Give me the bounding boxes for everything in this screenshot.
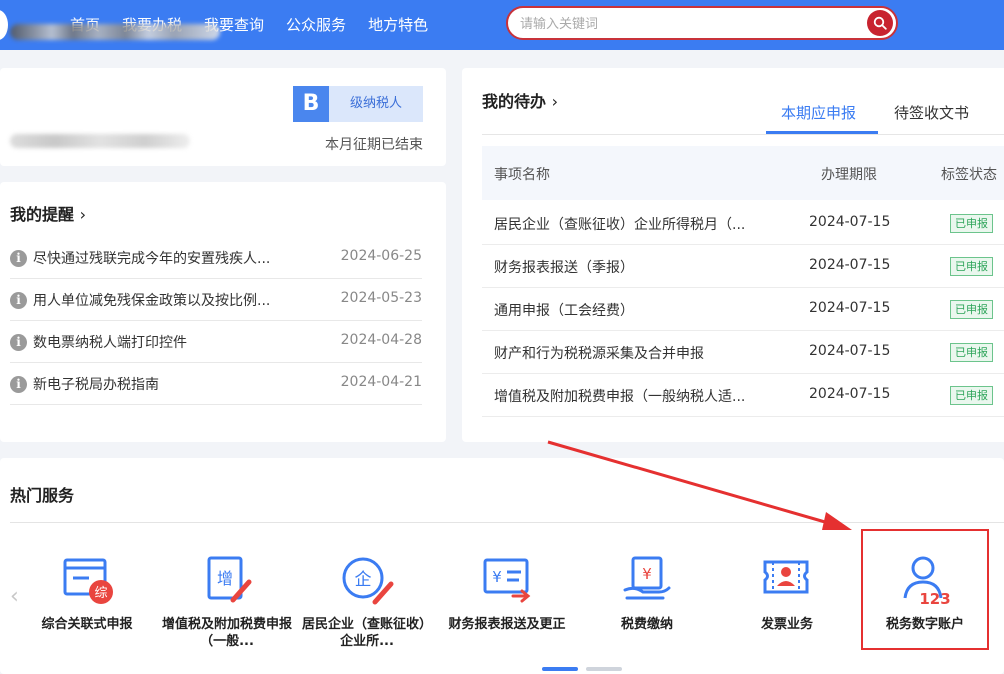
- todo-item-deadline: 2024-07-15: [809, 257, 891, 273]
- todo-item-deadline: 2024-07-15: [809, 343, 891, 359]
- search-input[interactable]: [520, 14, 850, 34]
- service-financial-report[interactable]: ¥ 财务报表报送及更正: [442, 548, 572, 658]
- carousel-dot-active[interactable]: [542, 667, 578, 671]
- hot-services-title: 热门服务: [10, 486, 75, 505]
- todo-item-name: 通用申报（工会经费）: [494, 303, 634, 319]
- todo-item-deadline: 2024-07-15: [809, 214, 891, 230]
- service-label: 综合关联式申报: [41, 617, 133, 632]
- svg-text:增: 增: [217, 569, 233, 588]
- reminder-date: 2024-04-28: [340, 332, 422, 348]
- status-badge: 已申报: [950, 343, 993, 362]
- status-badge: 已申报: [950, 386, 993, 405]
- taxpayer-name-redacted: [10, 24, 220, 40]
- hot-services-divider: [10, 522, 1004, 523]
- service-label: 居民企业（查账征收）企业所...: [302, 617, 433, 649]
- reminders-title: 我的提醒: [10, 205, 75, 224]
- search-button[interactable]: [867, 10, 893, 36]
- reminder-text: 用人单位减免残保金政策以及按比例...: [33, 293, 271, 309]
- enterprise-income-icon: 企: [342, 557, 394, 605]
- service-label: 财务报表报送及更正: [448, 617, 566, 632]
- column-header-status: 标签状态: [941, 167, 997, 183]
- credit-level-badge: B: [293, 86, 329, 122]
- highlight-annotation-box: [861, 529, 989, 650]
- reminder-item[interactable]: i 用人单位减免残保金政策以及按比例... 2024-05-23: [10, 279, 422, 321]
- service-invoice[interactable]: 发票业务: [722, 548, 852, 658]
- reminder-text: 数电票纳税人端打印控件: [33, 335, 187, 351]
- service-enterprise-income[interactable]: 企 居民企业（查账征收）企业所...: [302, 548, 432, 658]
- invoice-icon: [763, 560, 809, 594]
- info-icon: i: [10, 292, 27, 309]
- credit-level-label: 级纳税人: [329, 86, 423, 122]
- tab-pending-documents[interactable]: 待签收文书: [894, 102, 969, 123]
- column-header-deadline: 办理期限: [821, 167, 877, 183]
- svg-text:企: 企: [355, 570, 372, 590]
- table-row[interactable]: 通用申报（工会经费） 2024-07-15 已申报: [482, 288, 1004, 331]
- todo-item-name: 增值税及附加税费申报（一般纳税人适...: [494, 389, 746, 405]
- service-label: 税费缴纳: [620, 617, 673, 632]
- reminder-date: 2024-04-21: [340, 374, 422, 390]
- comprehensive-declare-icon: 综: [63, 558, 113, 604]
- svg-text:¥: ¥: [492, 568, 502, 586]
- reminder-text: 新电子税局办税指南: [33, 377, 159, 393]
- todo-item-deadline: 2024-07-15: [809, 300, 891, 316]
- reminder-date: 2024-06-25: [340, 248, 422, 264]
- service-label: 增值税及附加税费申报（一般...: [162, 617, 293, 649]
- chevron-right-icon: ›: [551, 92, 558, 111]
- reminder-text: 尽快通过残联完成今年的安置残疾人...: [33, 251, 271, 267]
- service-comprehensive-declare[interactable]: 综 综合关联式申报: [22, 548, 152, 658]
- table-row[interactable]: 财产和行为税税源采集及合并申报 2024-07-15 已申报: [482, 331, 1004, 374]
- status-badge: 已申报: [950, 214, 993, 233]
- svg-text:综: 综: [94, 586, 107, 601]
- active-tab-indicator: [766, 131, 878, 134]
- service-tax-payment[interactable]: ¥ 税费缴纳: [582, 548, 712, 658]
- tabs-divider: [482, 134, 1004, 135]
- tax-payment-icon: ¥: [623, 556, 671, 600]
- todo-item-name: 财产和行为税税源采集及合并申报: [494, 346, 704, 362]
- logo: [0, 10, 8, 40]
- reminder-date: 2024-05-23: [340, 290, 422, 306]
- status-badge: 已申报: [950, 300, 993, 319]
- info-icon: i: [10, 376, 27, 393]
- tab-current-declaration[interactable]: 本期应申报: [781, 102, 856, 123]
- period-status: 本月征期已结束: [325, 137, 423, 153]
- carousel-dot[interactable]: [586, 667, 622, 671]
- info-icon: i: [10, 250, 27, 267]
- status-badge: 已申报: [950, 257, 993, 276]
- nav-item-public-service[interactable]: 公众服务: [286, 14, 346, 35]
- nav-item-local-feature[interactable]: 地方特色: [368, 14, 428, 35]
- reminder-item[interactable]: i 新电子税局办税指南 2024-04-21: [10, 363, 422, 405]
- reminders-title-link[interactable]: 我的提醒 ›: [10, 201, 86, 225]
- todo-item-deadline: 2024-07-15: [809, 386, 891, 402]
- search-icon: [873, 16, 887, 30]
- table-row[interactable]: 居民企业（查账征收）企业所得税月（... 2024-07-15 已申报: [482, 202, 1004, 245]
- column-header-item: 事项名称: [494, 167, 550, 183]
- taxpayer-id-redacted: [10, 134, 190, 148]
- reminder-item[interactable]: i 数电票纳税人端打印控件 2024-04-28: [10, 321, 422, 363]
- service-vat-declare[interactable]: 增 增值税及附加税费申报（一般...: [162, 548, 292, 658]
- service-label: 发票业务: [760, 617, 813, 632]
- todo-item-name: 财务报表报送（季报）: [494, 260, 634, 276]
- search-box: [506, 6, 898, 40]
- info-icon: i: [10, 334, 27, 351]
- carousel-prev-arrow-icon[interactable]: ‹: [10, 584, 19, 609]
- todo-item-name: 居民企业（查账征收）企业所得税月（...: [494, 217, 746, 233]
- reminder-item[interactable]: i 尽快通过残联完成今年的安置残疾人... 2024-06-25: [10, 237, 422, 279]
- table-row[interactable]: 财务报表报送（季报） 2024-07-15 已申报: [482, 245, 1004, 288]
- todo-table-header: [482, 146, 1004, 200]
- chevron-right-icon: ›: [79, 205, 86, 224]
- todo-title: 我的待办: [482, 92, 547, 111]
- vat-declare-icon: 增: [207, 556, 252, 603]
- table-row[interactable]: 增值税及附加税费申报（一般纳税人适... 2024-07-15 已申报: [482, 374, 1004, 417]
- svg-text:¥: ¥: [642, 565, 652, 583]
- financial-report-icon: ¥: [483, 558, 531, 603]
- todo-title-link[interactable]: 我的待办 ›: [482, 88, 558, 112]
